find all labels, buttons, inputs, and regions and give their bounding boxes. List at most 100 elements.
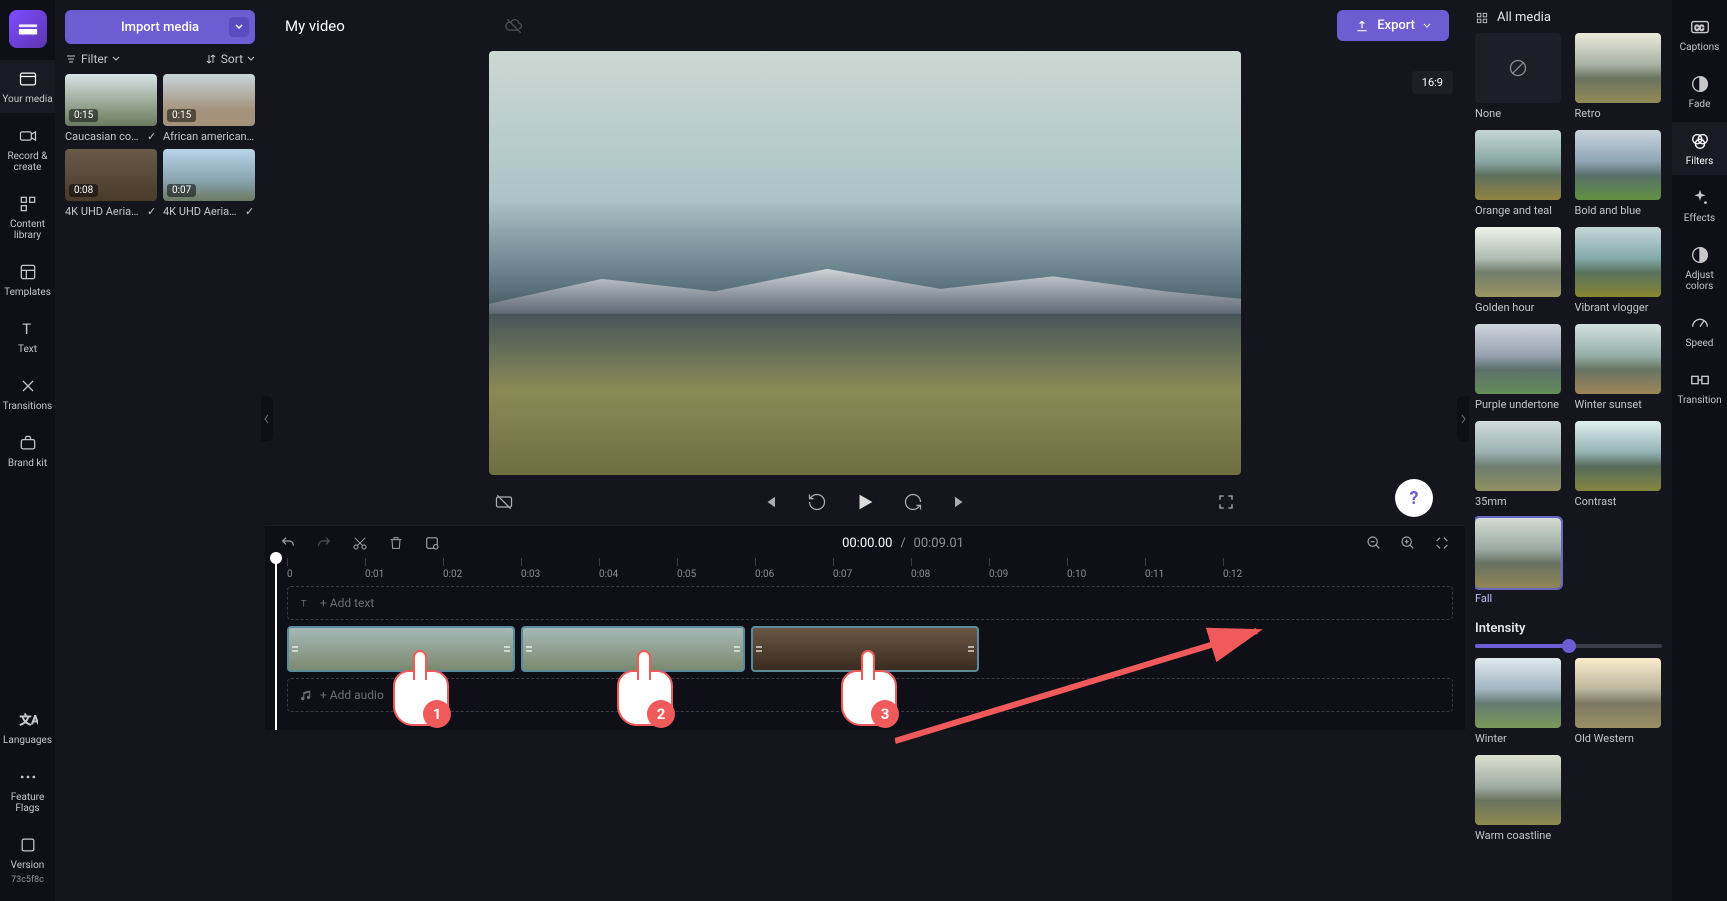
rail-flags[interactable]: Feature Flags [0,758,55,822]
media-thumb[interactable]: 0:084K UHD Aeria…✓ [65,149,157,218]
filter-swatch [1575,130,1661,200]
annotation-hand-2: 2 [617,670,689,760]
ruler-tick: 0:08 [911,569,989,580]
export-button[interactable]: Export [1337,10,1449,41]
rail-transitions[interactable]: Transitions [0,367,55,420]
rail-text[interactable]: T Text [0,310,55,363]
split-icon[interactable] [421,532,443,554]
filter-option[interactable]: Orange and teal [1475,130,1563,217]
rail-content-lib[interactable]: Content library [0,185,55,249]
filter-option[interactable]: Retro [1575,33,1663,120]
rail-version[interactable]: Version 73c5f8c [0,826,55,893]
text-track[interactable]: T + Add text [287,586,1453,620]
transition-icon [1689,369,1711,391]
rail-your-media[interactable]: Your media [0,60,55,113]
tool-speed[interactable]: Speed [1672,304,1727,357]
annotation-hand-1: 1 [393,670,465,760]
rewind-icon[interactable] [802,487,832,517]
forward-icon[interactable] [898,487,928,517]
filter-name: None [1475,107,1563,120]
filter-option[interactable]: Winter [1475,658,1563,745]
svg-text:T: T [301,599,307,610]
filter-name: Vibrant vlogger [1575,301,1663,314]
filter-swatch [1575,33,1661,103]
filter-option[interactable]: None [1475,33,1563,120]
filter-swatch [1575,421,1661,491]
zoom-out-icon[interactable] [1363,532,1385,554]
filter-name: Winter sunset [1575,398,1663,411]
sort-button[interactable]: Sort [205,52,255,66]
annotation-hand-3: 3 [841,670,913,760]
filter-option[interactable]: Fall [1475,518,1563,605]
video-preview[interactable] [489,51,1241,475]
zoom-in-icon[interactable] [1397,532,1419,554]
video-clip[interactable] [521,626,745,672]
globe-icon: 文A [17,709,39,731]
chevron-down-icon[interactable] [229,17,249,37]
tool-fade[interactable]: Fade [1672,65,1727,118]
tool-filters[interactable]: Filters [1672,122,1727,175]
project-title-input[interactable] [281,13,488,39]
filter-option[interactable]: Winter sunset [1575,324,1663,411]
template-icon [17,261,39,283]
media-thumb[interactable]: 0:074K UHD Aeria…✓ [163,149,255,218]
cloud-off-icon [504,16,524,36]
skip-back-icon[interactable] [754,487,784,517]
subtitles-off-icon[interactable] [489,487,519,517]
filter-swatch [1475,324,1561,394]
rail-brandkit[interactable]: Brand kit [0,424,55,477]
play-button[interactable] [850,487,880,517]
ruler-tick: 0:06 [755,569,833,580]
filter-option[interactable]: Golden hour [1475,227,1563,314]
undo-icon[interactable] [277,532,299,554]
camera-icon [17,125,39,147]
rail-templates[interactable]: Templates [0,253,55,306]
skip-fwd-icon[interactable] [946,487,976,517]
tool-effects[interactable]: Effects [1672,179,1727,232]
intensity-slider[interactable] [1475,644,1662,648]
fit-icon[interactable] [1431,532,1453,554]
version-icon [17,834,39,856]
ruler-tick: 0:04 [599,569,677,580]
timeline-ruler[interactable]: 00:010:020:030:040:050:060:070:080:090:1… [287,560,1453,580]
filter-option[interactable]: Vibrant vlogger [1575,227,1663,314]
filter-option[interactable]: Contrast [1575,421,1663,508]
filter-option[interactable]: Purple undertone [1475,324,1563,411]
ruler-tick: 0:07 [833,569,911,580]
tool-adjust[interactable]: Adjust colors [1672,236,1727,300]
filter-option[interactable]: Bold and blue [1575,130,1663,217]
ruler-tick: 0:03 [521,569,599,580]
delete-icon[interactable] [385,532,407,554]
filter-name: Golden hour [1475,301,1563,314]
filter-option[interactable]: 35mm [1475,421,1563,508]
video-clip[interactable] [287,626,515,672]
tool-captions[interactable]: CCCaptions [1672,8,1727,61]
cut-icon[interactable] [349,532,371,554]
filter-option[interactable]: Warm coastline [1475,755,1563,842]
aspect-ratio-pill[interactable]: 16:9 [1412,71,1453,94]
app-logo[interactable] [9,10,47,48]
media-thumb[interactable]: 0:15African american… [163,74,255,143]
filter-swatch [1475,755,1561,825]
transition-icon [17,375,39,397]
media-icon [17,68,39,90]
filter-option[interactable]: Old Western [1575,658,1663,745]
filter-swatch [1475,130,1561,200]
media-thumb[interactable]: 0:15Caucasian co…✓ [65,74,157,143]
rail-languages[interactable]: 文A Languages [0,701,55,754]
playhead[interactable] [275,560,277,730]
filter-button[interactable]: Filter [65,52,120,66]
ruler-tick: 0:02 [443,569,521,580]
panel-header[interactable]: All media [1475,10,1662,25]
redo-icon[interactable] [313,532,335,554]
filter-name: Old Western [1575,732,1663,745]
rail-record[interactable]: Record & create [0,117,55,181]
fullscreen-icon[interactable] [1211,487,1241,517]
help-button[interactable]: ? [1395,479,1433,517]
contrast-icon [1689,244,1711,266]
filter-name: 35mm [1475,495,1563,508]
dots-icon [17,766,39,788]
import-media-button[interactable]: Import media [65,10,255,44]
tool-transition[interactable]: Transition [1672,361,1727,414]
right-panel: All media None RetroOrange and tealBold a… [1465,0,1672,901]
